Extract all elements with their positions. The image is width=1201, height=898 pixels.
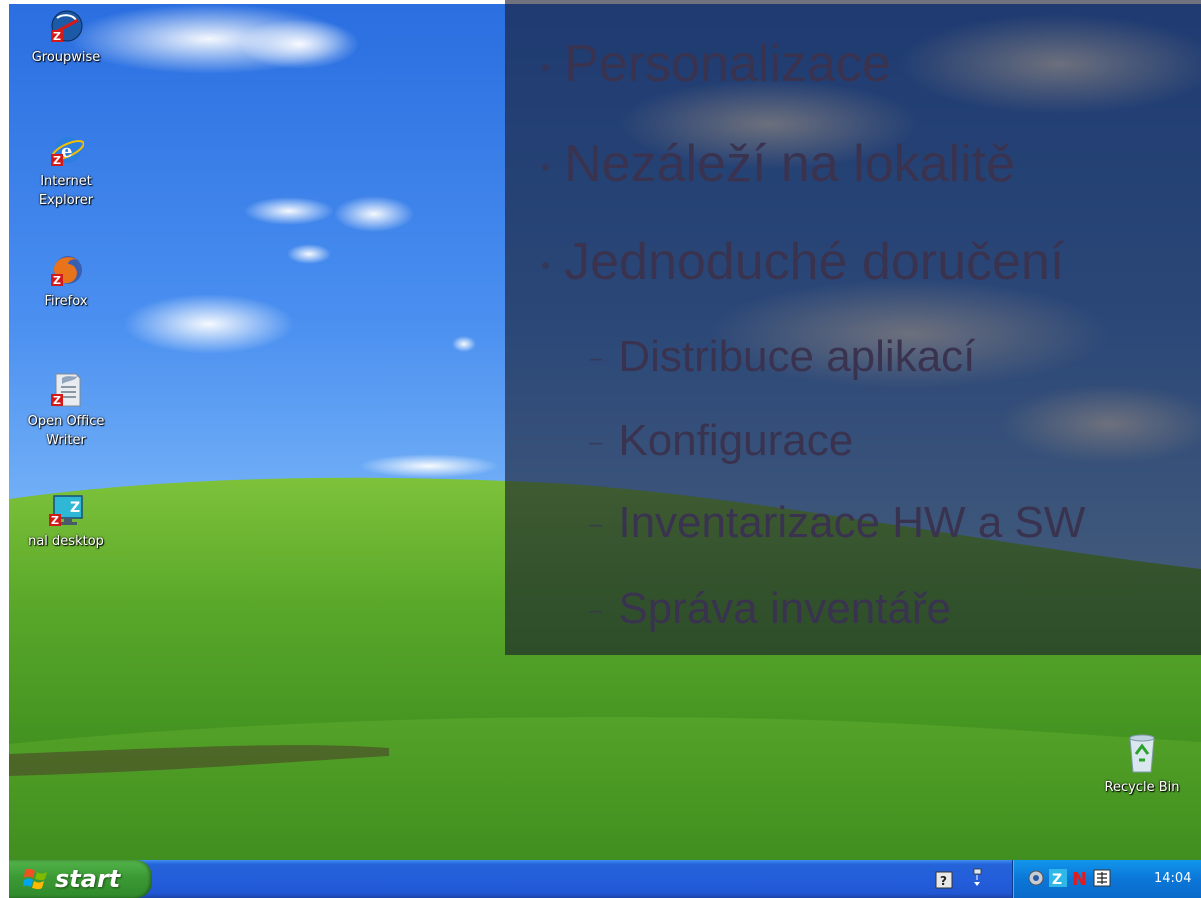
svg-text:Z: Z (53, 274, 61, 287)
clock: 14:04 (1154, 871, 1192, 886)
desktop-icon-internet-explorer[interactable]: e Z Internet Explorer (21, 132, 111, 210)
desktop-icon-nal-desktop[interactable]: Z Z nal desktop (21, 492, 111, 551)
icon-label-internet-explorer: Internet Explorer (38, 174, 94, 208)
bullet-dot-icon: • (541, 249, 551, 280)
sound-icon[interactable] (1027, 869, 1045, 887)
help-icon[interactable]: ? (935, 871, 953, 889)
svg-text:Z: Z (51, 514, 59, 527)
internet-explorer-icon: e Z (51, 137, 84, 167)
icon-label-nal-desktop: nal desktop (28, 534, 104, 549)
bullet-dash-icon: – (589, 345, 603, 373)
svg-text:Z: Z (53, 154, 61, 167)
icon-label-firefox: Firefox (44, 294, 88, 309)
icon-label-groupwise: Groupwise (31, 50, 101, 65)
svg-text:Z: Z (1052, 872, 1062, 887)
taskbar: start ? Z N 14:04 (9, 860, 1201, 898)
svg-text:Z: Z (70, 500, 80, 516)
svg-text:N: N (1072, 869, 1087, 887)
desktop-icon-firefox[interactable]: Z Firefox (21, 252, 111, 311)
slide-subbullet-4: – Správa inventáře (589, 584, 951, 634)
system-tray: Z N 14:04 (1012, 860, 1201, 898)
desktop-icon-groupwise[interactable]: Z Groupwise (21, 8, 111, 67)
bullet-text: Nezáleží na lokalitě (564, 135, 1016, 193)
bullet-dash-icon: – (589, 429, 603, 457)
zenworks-icon[interactable]: Z (1049, 869, 1067, 887)
novell-icon[interactable]: N (1071, 869, 1089, 887)
bullet-text: Správa inventáře (618, 584, 952, 633)
groupwise-icon: Z (51, 10, 83, 43)
recycle-bin-icon (1129, 734, 1155, 773)
bullet-dash-icon: – (589, 597, 603, 625)
bullet-dot-icon: • (541, 51, 551, 82)
bullet-text: Distribuce aplikací (618, 332, 976, 381)
slide-bullet-1: • Personalizace (541, 34, 891, 94)
start-button[interactable]: start (9, 860, 152, 898)
slide-subbullet-3: – Inventarizace HW a SW (589, 498, 1085, 548)
language-icon[interactable] (1093, 869, 1111, 887)
icon-label-recycle-bin: Recycle Bin (1104, 780, 1180, 795)
svg-text:Z: Z (53, 30, 61, 43)
bullet-text: Personalizace (564, 35, 891, 93)
desktop-icon-recycle-bin[interactable]: Recycle Bin (1097, 732, 1187, 797)
svg-text:?: ? (940, 874, 947, 888)
slide-subbullet-1: – Distribuce aplikací (589, 332, 975, 382)
windows-logo-icon (23, 868, 47, 890)
start-label: start (55, 865, 121, 893)
bullet-dot-icon: • (541, 151, 551, 182)
writer-document-icon: Z (51, 373, 81, 407)
desktop-icon-open-office-writer[interactable]: Z Open Office Writer (21, 372, 111, 450)
bullet-text: Konfigurace (618, 416, 854, 465)
slide-overlay: • Personalizace • Nezáleží na lokalitě • Je… (505, 0, 1201, 655)
slide-bullet-2: • Nezáleží na lokalitě (541, 134, 1015, 194)
bullet-dash-icon: – (589, 511, 603, 539)
nal-desktop-icon: Z Z (49, 495, 83, 527)
bullet-text: Inventarizace HW a SW (618, 498, 1086, 547)
slide-subbullet-2: – Konfigurace (589, 416, 853, 466)
svg-text:Z: Z (53, 394, 61, 407)
firefox-icon: Z (51, 256, 82, 287)
network-icon[interactable] (969, 868, 985, 890)
bullet-text: Jednoduché doručení (564, 233, 1065, 291)
icon-label-open-office-writer: Open Office Writer (27, 414, 105, 448)
slide-bullet-3: • Jednoduché doručení (541, 232, 1064, 292)
